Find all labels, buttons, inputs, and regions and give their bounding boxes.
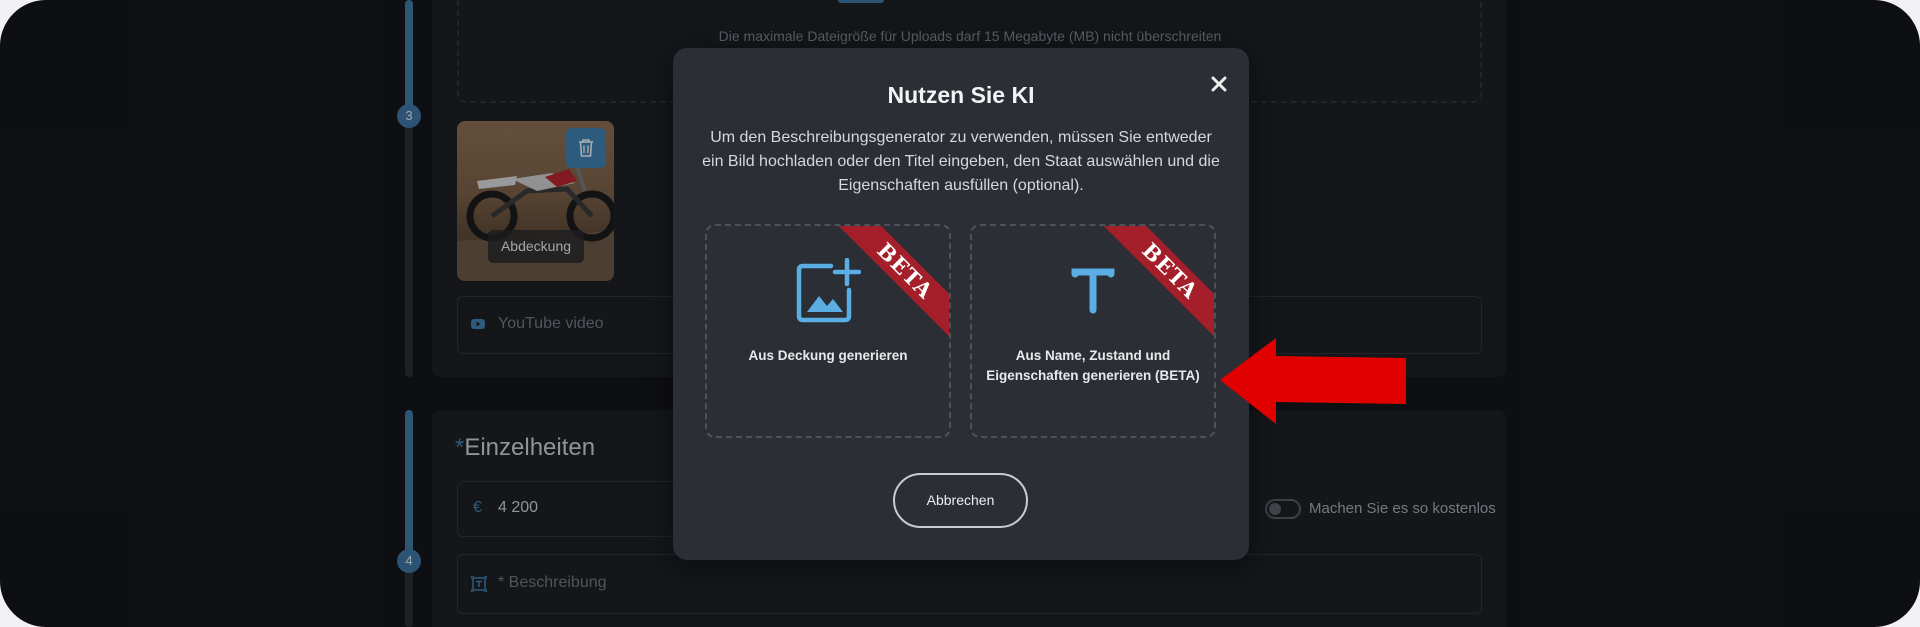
option-label: Aus Name, Zustand und Eigenschaften gene…	[986, 348, 1200, 383]
text-icon	[1071, 268, 1115, 314]
option-label: Aus Deckung generieren	[748, 348, 908, 363]
close-button[interactable]	[1204, 69, 1234, 99]
annotation-arrow	[1220, 338, 1406, 424]
image-add-icon	[796, 258, 861, 323]
generate-from-properties-option[interactable]: Aus Name, Zustand und Eigenschaften gene…	[970, 224, 1216, 438]
beta-badge: BETA	[1102, 226, 1214, 339]
ai-modal: Nutzen Sie KI Um den Beschreibungsgenera…	[673, 48, 1249, 560]
modal-title: Nutzen Sie KI	[887, 82, 1035, 108]
modal-description: Um den Beschreibungsgenerator zu verwend…	[702, 129, 1220, 194]
close-icon	[1211, 76, 1227, 92]
app-frame: 3 4 Die maximale Dateigröße für Uploads …	[0, 0, 1920, 627]
generate-from-cover-option[interactable]: Aus Deckung generieren BETA	[705, 224, 951, 438]
cancel-button[interactable]: Abbrechen	[893, 473, 1028, 528]
